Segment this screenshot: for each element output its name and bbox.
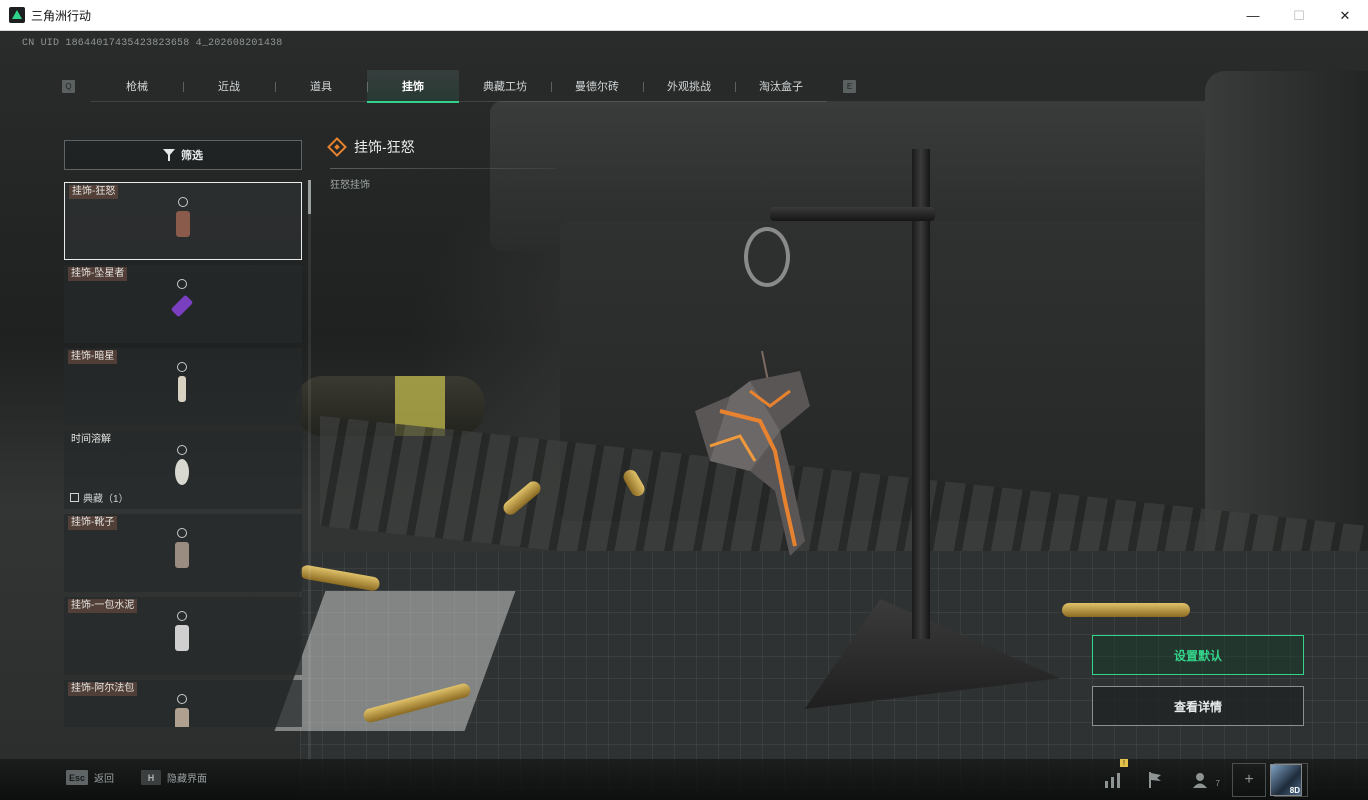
filter-label: 筛选	[181, 150, 203, 162]
detail-divider	[330, 168, 555, 169]
list-item-rage[interactable]: 挂饰-狂怒	[64, 182, 302, 260]
window-title: 三角洲行动	[31, 8, 92, 23]
player-uid: CN UID 18644017435423823658 4_2026082014…	[22, 38, 283, 49]
item-label: 挂饰-坠星者	[68, 267, 128, 281]
list-item-time-dissolve[interactable]: 时间溶解 典藏（1）	[64, 431, 302, 509]
game-viewport: CN UID 18644017435423823658 4_2026082014…	[0, 31, 1368, 800]
maximize-button[interactable]: ☐	[1276, 0, 1322, 31]
rarity-diamond-icon	[327, 137, 347, 157]
charm-thumbnail-icon	[172, 362, 194, 418]
charm-rage-model[interactable]	[690, 351, 830, 561]
collection-tag: 典藏（1）	[70, 490, 129, 505]
item-label: 挂饰-一包水泥	[68, 599, 138, 613]
stats-button[interactable]: !	[1096, 759, 1130, 797]
window-titlebar: 三角洲行动 — ☐ ✕	[0, 0, 1368, 31]
tab-collection-workshop[interactable]: 典藏工坊	[459, 70, 551, 102]
scrollbar-thumb[interactable]	[308, 180, 311, 214]
charm-thumbnail-icon	[172, 611, 194, 667]
item-label: 挂饰-阿尔法包	[68, 682, 138, 696]
item-label: 时间溶解	[71, 434, 111, 445]
app-logo-icon	[9, 7, 25, 23]
list-item-star-faller[interactable]: 挂饰-坠星者	[64, 265, 302, 343]
charm-thumbnail-icon	[173, 197, 195, 253]
minimize-button[interactable]: —	[1230, 0, 1276, 31]
tab-charms[interactable]: 挂饰	[367, 70, 459, 103]
hide-ui-hint[interactable]: H 隐藏界面	[141, 770, 207, 785]
tab-guns[interactable]: 枪械	[91, 70, 183, 102]
item-label: 挂饰-靴子	[68, 516, 118, 530]
tab-elimination-box[interactable]: 淘汰盒子	[735, 70, 827, 102]
flag-icon	[1149, 772, 1161, 788]
tab-melee[interactable]: 近战	[183, 70, 275, 102]
collection-label: 典藏（1）	[83, 494, 129, 505]
back-label: 返回	[94, 774, 115, 785]
bar-chart-icon	[1105, 773, 1120, 788]
filter-icon	[163, 149, 175, 161]
detail-header: 挂饰-狂怒 狂怒挂饰	[327, 136, 555, 191]
scene-stand-arm	[770, 207, 935, 221]
tab-props[interactable]: 道具	[275, 70, 367, 102]
window-controls: — ☐ ✕	[1230, 0, 1368, 31]
charm-thumbnail-icon	[172, 445, 194, 501]
hide-ui-label: 隐藏界面	[167, 774, 207, 785]
item-label: 挂饰-狂怒	[69, 185, 119, 199]
scene-bullet	[1062, 603, 1190, 617]
bottom-bar: Esc 返回 H 隐藏界面 ! 7 + + 8D	[0, 759, 1368, 800]
view-details-button[interactable]: 查看详情	[1092, 686, 1304, 726]
avatar-level: 8D	[1289, 786, 1300, 795]
friends-count: 7	[1215, 779, 1220, 788]
charm-thumbnail-icon	[170, 279, 194, 335]
detail-subtitle: 狂怒挂饰	[330, 180, 370, 191]
prev-tab-key[interactable]: Q	[62, 79, 75, 93]
list-item-alpha-pack[interactable]: 挂饰-阿尔法包	[64, 680, 302, 727]
set-default-button[interactable]: 设置默认	[1092, 635, 1304, 675]
h-key: H	[141, 770, 161, 785]
charm-keyring	[744, 227, 790, 287]
charm-list-panel: 筛选 挂饰-狂怒 挂饰-坠星者 挂饰-暗星 时间溶解 典藏（1） 挂饰-靴子 挂…	[64, 140, 302, 727]
friends-button[interactable]: 7	[1180, 763, 1224, 797]
category-tabbar: Q 枪械 近战 道具 挂饰 典藏工坊 曼德尔砖 外观挑战 淘汰盒子 E	[62, 70, 856, 103]
detail-title: 挂饰-狂怒	[354, 139, 415, 155]
scene-stand-pole	[912, 149, 930, 639]
charm-thumbnail-icon	[172, 694, 194, 727]
filter-button[interactable]: 筛选	[64, 140, 302, 170]
close-button[interactable]: ✕	[1322, 0, 1368, 31]
back-hint[interactable]: Esc 返回	[66, 770, 114, 785]
charm-list: 挂饰-狂怒 挂饰-坠星者 挂饰-暗星 时间溶解 典藏（1） 挂饰-靴子 挂饰-一…	[64, 182, 302, 727]
detail-title-row: 挂饰-狂怒	[327, 136, 555, 158]
category-tabs: 枪械 近战 道具 挂饰 典藏工坊 曼德尔砖 外观挑战 淘汰盒子	[91, 70, 827, 103]
list-item-dark-star[interactable]: 挂饰-暗星	[64, 348, 302, 426]
invite-slot-1[interactable]: +	[1232, 763, 1266, 797]
tab-appearance-challenge[interactable]: 外观挑战	[643, 70, 735, 102]
stats-alert-badge: !	[1120, 759, 1128, 767]
list-scrollbar[interactable]	[308, 180, 311, 760]
next-tab-key[interactable]: E	[843, 79, 856, 93]
list-item-boots[interactable]: 挂饰-靴子	[64, 514, 302, 592]
tab-mandel-brick[interactable]: 曼德尔砖	[551, 70, 643, 102]
esc-key: Esc	[66, 770, 89, 785]
flag-button[interactable]	[1138, 763, 1172, 797]
friends-icon	[1193, 773, 1207, 788]
collection-icon	[70, 493, 79, 502]
player-avatar[interactable]: 8D	[1270, 764, 1302, 796]
charm-thumbnail-icon	[172, 528, 194, 584]
plus-icon: +	[1244, 771, 1254, 788]
list-item-cement-bag[interactable]: 挂饰-一包水泥	[64, 597, 302, 675]
item-label: 挂饰-暗星	[68, 350, 118, 364]
